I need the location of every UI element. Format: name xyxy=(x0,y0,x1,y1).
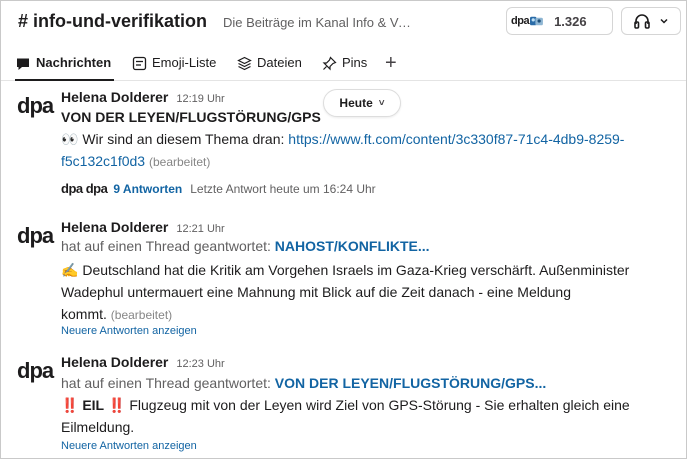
message-author[interactable]: Helena Dolderer xyxy=(61,354,168,370)
thread-context: hat auf einen Thread geantwortet: VON DE… xyxy=(61,375,547,391)
slack-channel-window: # info-und-verifikation Die Beiträge im … xyxy=(0,0,687,459)
show-newer-replies-link[interactable]: Neuere Antworten anzeigen xyxy=(61,440,197,452)
message-text-end: kommt. (bearbeitet) xyxy=(61,306,173,322)
show-newer-replies-link[interactable]: Neuere Antworten anzeigen xyxy=(61,325,197,337)
tab-label: Pins xyxy=(342,55,368,70)
channel-header: # info-und-verifikation Die Beiträge im … xyxy=(1,1,686,45)
message-text: ✍️ Deutschland hat die Kritik am Vorgehe… xyxy=(61,262,630,278)
tab-pins[interactable]: Pins xyxy=(322,55,367,81)
pin-icon xyxy=(322,56,337,71)
tab-label: Nachrichten xyxy=(36,55,112,70)
date-divider-label: Heute xyxy=(339,96,373,110)
article-link[interactable]: https://www.ft.com/content/3c330f87-71c4… xyxy=(288,131,624,147)
message-author[interactable]: Helena Dolderer xyxy=(61,219,168,235)
edited-label: (bearbeitet) xyxy=(148,155,211,169)
message-text: ‼️ EIL ‼️ Flugzeug mit von der Leyen wir… xyxy=(61,397,630,413)
writing-hand-emoji: ✍️ xyxy=(61,262,79,278)
message-text-cont: Wadephul untermauert eine Mahnung mit Bl… xyxy=(61,284,571,300)
eil-tag: EIL xyxy=(82,397,105,413)
message-timestamp[interactable]: 12:23 Uhr xyxy=(176,358,224,370)
message-author[interactable]: Helena Dolderer xyxy=(61,89,168,105)
files-icon xyxy=(237,56,252,71)
message-text-cont: Eilmeldung. xyxy=(61,419,135,435)
tab-dateien[interactable]: Dateien xyxy=(237,55,302,81)
member-avatar-icon xyxy=(530,16,543,26)
last-reply-time: Letzte Antwort heute um 16:24 Uhr xyxy=(190,181,376,196)
double-exclamation-emoji: ‼️ xyxy=(61,397,79,413)
member-avatar-logo: dpa xyxy=(511,15,530,27)
article-link-cont[interactable]: f5c132c1f0d3 xyxy=(61,153,145,169)
thread-replies[interactable]: dpa dpa 9 Antworten Letzte Antwort heute… xyxy=(61,181,376,196)
reply-count-link[interactable]: 9 Antworten xyxy=(113,182,182,196)
thread-title-link[interactable]: VON DER LEYEN/FLUGSTÖRUNG/GPS... xyxy=(275,375,546,391)
members-button[interactable]: dpa 1.326 xyxy=(506,7,613,35)
thread-title-link[interactable]: NAHOST/KONFLIKTE... xyxy=(275,238,430,254)
message-timestamp[interactable]: 12:19 Uhr xyxy=(176,93,224,105)
thread-context: hat auf einen Thread geantwortet: NAHOST… xyxy=(61,238,430,254)
member-count: 1.326 xyxy=(554,13,587,29)
avatar[interactable]: dpa xyxy=(17,95,54,117)
message-timestamp[interactable]: 12:21 Uhr xyxy=(176,223,224,235)
tab-emoji-liste[interactable]: Emoji-Liste xyxy=(132,55,216,81)
date-divider-button[interactable]: Heute ˅ xyxy=(323,89,401,117)
channel-description[interactable]: Die Beiträge im Kanal Info & Ve... xyxy=(223,15,413,30)
reply-avatars: dpa dpa xyxy=(61,181,108,196)
message-title: VON DER LEYEN/FLUGSTÖRUNG/GPS xyxy=(61,109,321,125)
message-text: 👀 Wir sind an diesem Thema dran: https:/… xyxy=(61,131,625,147)
tab-label: Emoji-Liste xyxy=(152,55,217,70)
tab-label: Dateien xyxy=(257,55,302,70)
emoji-list-icon xyxy=(132,56,147,71)
headphones-icon xyxy=(634,14,650,29)
edited-label: (bearbeitet) xyxy=(110,308,173,322)
avatar[interactable]: dpa xyxy=(17,225,54,247)
huddle-button[interactable] xyxy=(621,7,681,35)
message-icon xyxy=(17,58,29,70)
double-exclamation-emoji: ‼️ xyxy=(108,397,126,413)
add-tab-button[interactable]: + xyxy=(385,52,397,75)
message-text-cont: f5c132c1f0d3 (bearbeitet) xyxy=(61,150,210,173)
eyes-emoji: 👀 xyxy=(61,131,79,147)
channel-tabs: Nachrichten Emoji-Liste Dateien Pins + xyxy=(1,45,686,81)
channel-title[interactable]: # info-und-verifikation xyxy=(18,11,207,32)
tab-nachrichten[interactable]: Nachrichten xyxy=(15,55,114,81)
chevron-down-icon: ˅ xyxy=(378,97,385,109)
chevron-down-icon xyxy=(660,18,668,24)
avatar[interactable]: dpa xyxy=(17,360,54,382)
